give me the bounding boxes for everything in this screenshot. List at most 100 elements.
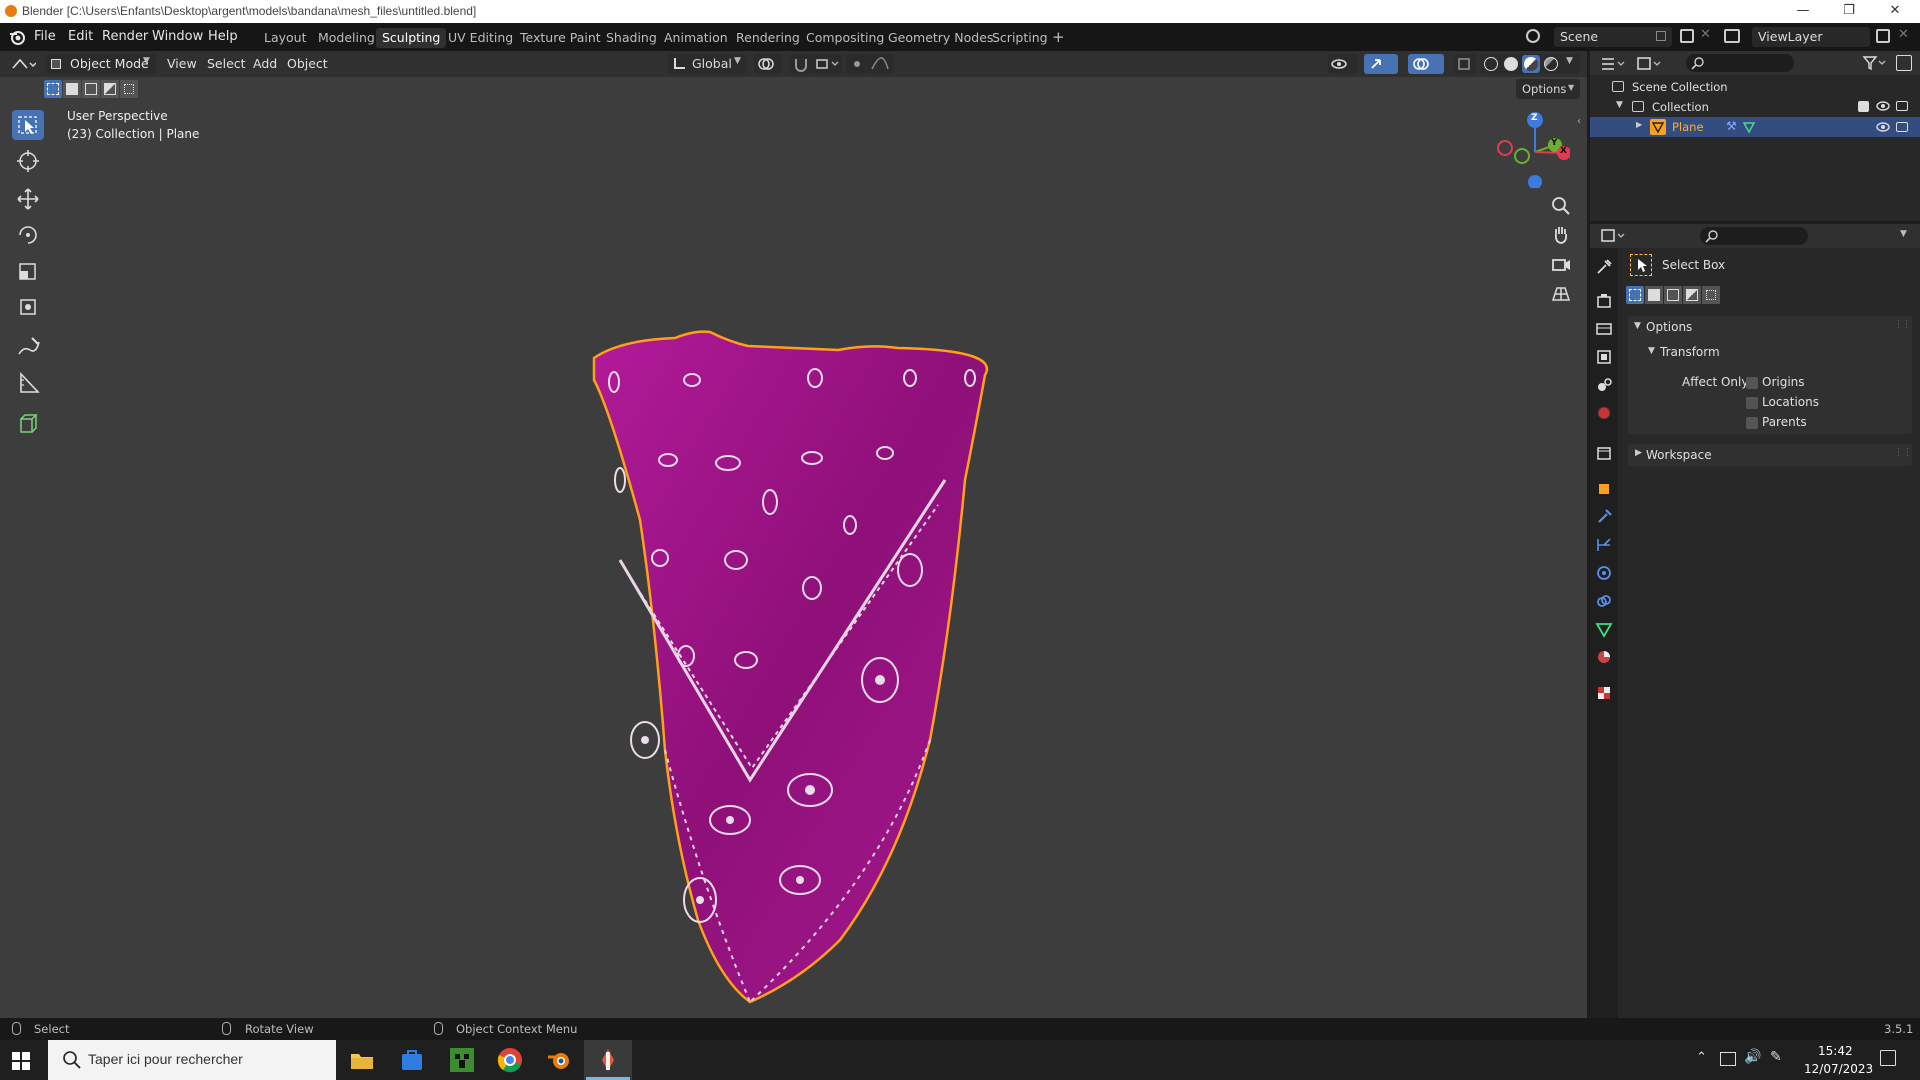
mesh-data-icon[interactable]: [1742, 120, 1756, 134]
solid-shading-icon[interactable]: [1504, 57, 1518, 71]
overlays-toggle[interactable]: [1408, 54, 1444, 74]
tab-uv-editing[interactable]: UV Editing: [442, 28, 519, 48]
modifier-wrench-icon[interactable]: ⚒: [1726, 119, 1737, 133]
delete-scene-icon[interactable]: ✕: [1700, 27, 1711, 42]
chevron-down-icon[interactable]: ▼: [1900, 229, 1907, 239]
active-app-icon[interactable]: [594, 1046, 622, 1074]
network-icon[interactable]: [1720, 1052, 1736, 1066]
tab-modeling[interactable]: Modeling: [312, 28, 381, 48]
select-subtract-icon[interactable]: [82, 80, 100, 98]
tab-animation[interactable]: Animation: [658, 28, 734, 48]
measure-tool[interactable]: [12, 368, 44, 398]
menu-edit[interactable]: Edit: [68, 29, 93, 44]
bandana-mesh[interactable]: [580, 320, 1000, 1010]
outliner-row-plane[interactable]: ▶ Plane ⚒: [1590, 117, 1920, 137]
snap-toggle[interactable]: [790, 54, 812, 74]
scale-tool[interactable]: [12, 256, 44, 286]
workspace-panel[interactable]: ▶ Workspace ⋮⋮: [1628, 444, 1912, 466]
select-extend-icon[interactable]: [1645, 286, 1663, 304]
select-new-icon[interactable]: [1626, 286, 1644, 304]
add-cube-tool[interactable]: [12, 408, 44, 438]
workspace-panel-title[interactable]: Workspace: [1646, 448, 1712, 462]
viewport-options-button[interactable]: Options ▼: [1516, 79, 1580, 99]
outliner-display-mode-icon[interactable]: [1600, 56, 1626, 72]
taskbar-date[interactable]: 12/07/2023: [1804, 1062, 1873, 1076]
eye-icon[interactable]: [1876, 100, 1890, 112]
collapse-sidebar-icon[interactable]: ‹: [1577, 116, 1581, 127]
pivot-point-selector[interactable]: [754, 54, 782, 74]
object-data-tab-icon[interactable]: [1593, 618, 1615, 640]
texture-tab-icon[interactable]: [1593, 682, 1615, 704]
windows-start-icon[interactable]: [12, 1052, 30, 1070]
chevron-down-icon[interactable]: ▼: [1634, 321, 1641, 331]
menu-add[interactable]: Add: [253, 56, 277, 71]
outliner-filter-icon[interactable]: [1862, 55, 1888, 71]
select-difference-icon[interactable]: [1683, 286, 1701, 304]
menu-object[interactable]: Object: [287, 56, 328, 71]
mode-selector[interactable]: Object Mode ▼: [46, 54, 156, 74]
snap-target-selector[interactable]: [812, 54, 842, 74]
camera-render-icon[interactable]: [1896, 101, 1908, 111]
options-panel-title[interactable]: Options: [1646, 320, 1692, 334]
blender-menu-icon[interactable]: [8, 28, 26, 46]
select-extend-icon[interactable]: [63, 80, 81, 98]
new-scene-icon[interactable]: [1680, 29, 1694, 43]
select-new-icon[interactable]: [44, 80, 62, 98]
taskbar-time[interactable]: 15:42: [1818, 1044, 1853, 1058]
rotate-tool[interactable]: [12, 220, 44, 250]
tab-texture-paint[interactable]: Texture Paint: [514, 28, 607, 48]
shading-mode-group[interactable]: ▼: [1480, 54, 1580, 74]
xray-toggle[interactable]: [1454, 54, 1476, 74]
select-intersect-icon[interactable]: [1702, 286, 1720, 304]
object-tab-icon[interactable]: [1593, 478, 1615, 500]
camera-view-icon[interactable]: [1549, 252, 1573, 276]
menu-help[interactable]: Help: [208, 29, 238, 44]
tab-geometry-nodes[interactable]: Geometry Nodes: [882, 28, 999, 48]
material-tab-icon[interactable]: [1593, 646, 1615, 668]
parents-checkbox[interactable]: [1746, 417, 1758, 429]
minimize-button[interactable]: —: [1780, 0, 1826, 23]
outliner-row-collection[interactable]: ▼ Collection: [1590, 97, 1920, 117]
locations-checkbox[interactable]: [1746, 397, 1758, 409]
volume-icon[interactable]: 🔊: [1744, 1049, 1761, 1065]
world-tab-icon[interactable]: [1593, 402, 1615, 424]
visibility-selector[interactable]: [1328, 54, 1358, 74]
outliner-search-input[interactable]: [1686, 54, 1794, 72]
tab-layout[interactable]: Layout: [258, 28, 313, 48]
chrome-icon[interactable]: [496, 1046, 524, 1074]
transform-tool[interactable]: [12, 292, 44, 322]
microsoft-store-icon[interactable]: [398, 1046, 426, 1074]
tab-scripting[interactable]: Scripting: [986, 28, 1054, 48]
scene-tab-icon[interactable]: [1593, 374, 1615, 396]
navigation-gizmo[interactable]: Z Y X: [1490, 108, 1570, 188]
restore-button[interactable]: ❐: [1826, 0, 1872, 23]
chevron-right-icon[interactable]: ▶: [1635, 448, 1642, 458]
annotate-tool[interactable]: [12, 332, 44, 362]
scene-field[interactable]: Scene: [1554, 27, 1672, 47]
drag-handle-icon[interactable]: ⋮⋮: [1894, 448, 1912, 458]
transform-subpanel-title[interactable]: Transform: [1660, 345, 1720, 359]
transform-orientation-selector[interactable]: Global ▼: [668, 54, 746, 74]
select-difference-icon[interactable]: [101, 80, 119, 98]
tool-settings-tab-icon[interactable]: [1593, 256, 1615, 278]
pin-scene-icon[interactable]: [1656, 31, 1666, 41]
scene-icon[interactable]: [1526, 29, 1540, 43]
chevron-down-icon[interactable]: ▼: [1648, 346, 1655, 356]
constraints-tab-icon[interactable]: [1593, 590, 1615, 612]
physics-tab-icon[interactable]: [1593, 562, 1615, 584]
zoom-icon[interactable]: [1549, 194, 1573, 218]
pen-icon[interactable]: ✎: [1770, 1049, 1782, 1065]
add-workspace-icon[interactable]: +: [1046, 26, 1071, 46]
taskbar-search-input[interactable]: Taper ici pour rechercher: [48, 1040, 336, 1080]
collection-tab-icon[interactable]: [1593, 442, 1615, 464]
properties-editor-type-icon[interactable]: [1600, 228, 1626, 244]
gizmo-toggle[interactable]: [1364, 54, 1398, 74]
tab-compositing[interactable]: Compositing: [800, 28, 890, 48]
material-preview-icon[interactable]: [1522, 55, 1540, 73]
properties-search-input[interactable]: [1700, 227, 1808, 245]
output-tab-icon[interactable]: [1593, 318, 1615, 340]
view-layer-tab-icon[interactable]: [1593, 346, 1615, 368]
pan-hand-icon[interactable]: [1549, 222, 1573, 246]
select-subtract-icon[interactable]: [1664, 286, 1682, 304]
tab-sculpting[interactable]: Sculpting: [376, 28, 447, 48]
